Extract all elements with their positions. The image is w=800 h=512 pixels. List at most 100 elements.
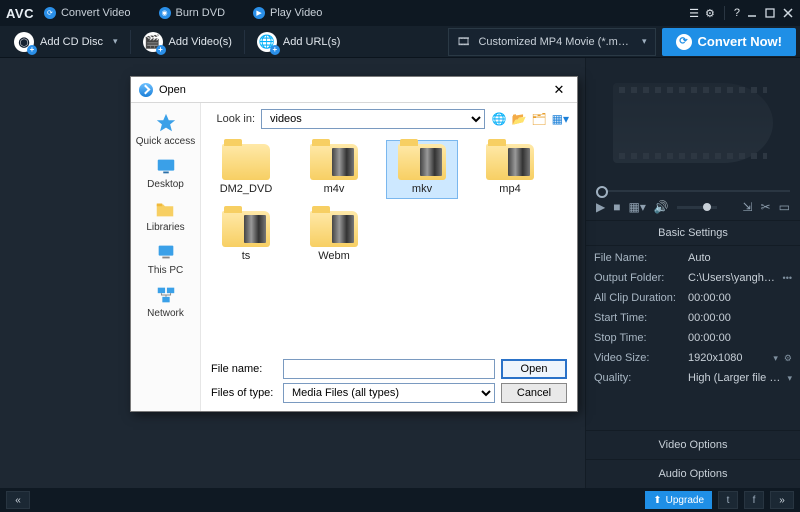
bottom-bar: « ⬆ Upgrade t f » <box>0 488 800 512</box>
folder-item[interactable]: mp4 <box>475 141 545 198</box>
upgrade-button[interactable]: ⬆ Upgrade <box>645 491 712 509</box>
dialog-title: Open <box>159 84 186 96</box>
place-quick-access[interactable]: Quick access <box>136 109 195 150</box>
filename-input[interactable] <box>283 359 495 379</box>
next-page-button[interactable]: » <box>770 491 794 509</box>
lookin-select[interactable]: videos <box>261 109 485 129</box>
lookin-label: Look in: <box>209 113 255 125</box>
place-this-pc[interactable]: This PC <box>148 238 184 279</box>
gear-icon[interactable]: ⚙ <box>705 7 715 20</box>
dialog-close-button[interactable]: ✕ <box>549 80 569 100</box>
label: Video Size: <box>594 352 684 364</box>
chevron-down-icon[interactable]: ▾ <box>773 353 778 364</box>
places-bar: Quick access Desktop Libraries This PC N… <box>131 103 201 411</box>
value[interactable]: C:\Users\yangh\Videos... <box>688 272 777 284</box>
back-icon[interactable]: 🌐 <box>491 112 506 126</box>
format-label: Customized MP4 Movie (*.mp4) <box>478 36 630 48</box>
value[interactable]: High (Larger file size) <box>688 372 781 384</box>
title-bar: AVC ⟳Convert Video ◉ Burn DVD ▶Play Video… <box>0 0 800 26</box>
prev-page-button[interactable]: « <box>6 491 30 509</box>
add-urls-button[interactable]: 🌐Add URL(s) <box>247 28 350 56</box>
place-label: Libraries <box>146 222 184 233</box>
menu-icon[interactable]: ☰ <box>689 7 699 20</box>
preview-stop-button[interactable]: ■ <box>613 200 620 214</box>
cancel-button[interactable]: Cancel <box>501 383 567 403</box>
up-folder-icon[interactable]: 📂 <box>511 112 526 126</box>
dialog-title-bar[interactable]: Open ✕ <box>131 77 577 103</box>
folder-item[interactable]: DM2_DVD <box>211 141 281 198</box>
new-folder-icon[interactable]: 🗂 <box>531 112 546 126</box>
convert-icon: ⟳ <box>44 7 56 19</box>
convert-label: Convert Now! <box>698 34 783 49</box>
disc-plus-icon: ◉ <box>14 32 34 52</box>
detach-icon[interactable]: ⇲ <box>743 200 753 214</box>
folder-item[interactable]: m4v <box>299 141 369 198</box>
tab-burn-dvd[interactable]: ◉ Burn DVD <box>159 7 226 19</box>
view-menu-icon[interactable]: ▦▾ <box>552 112 569 126</box>
add-videos-button[interactable]: 🎬Add Video(s) <box>133 28 242 56</box>
main-toolbar: ◉Add CD Disc▾ 🎬Add Video(s) 🌐Add URL(s) … <box>0 26 800 58</box>
video-options-button[interactable]: Video Options <box>586 430 800 459</box>
burn-icon: ◉ <box>159 7 171 19</box>
volume-icon[interactable]: 🔊 <box>654 200 669 214</box>
setting-file-name: File Name:Auto <box>594 248 792 268</box>
globe-plus-icon: 🌐 <box>257 32 277 52</box>
folder-label: mp4 <box>499 183 520 195</box>
place-libraries[interactable]: Libraries <box>146 195 184 236</box>
open-button[interactable]: Open <box>501 359 567 379</box>
value[interactable]: 1920x1080 <box>688 352 767 364</box>
filetype-label: Files of type: <box>211 387 277 399</box>
separator <box>130 30 131 54</box>
setting-video-size: Video Size: 1920x1080 ▾ ⚙ <box>594 348 792 368</box>
tab-convert-video[interactable]: ⟳Convert Video <box>44 7 131 19</box>
convert-now-button[interactable]: ⟳Convert Now! <box>662 28 797 56</box>
audio-options-button[interactable]: Audio Options <box>586 459 800 488</box>
cut-icon[interactable]: ✂ <box>761 200 771 214</box>
setting-clip-duration: All Clip Duration:00:00:00 <box>594 288 792 308</box>
folder-item[interactable]: mkv <box>387 141 457 198</box>
place-network[interactable]: Network <box>147 281 184 322</box>
facebook-icon[interactable]: f <box>744 491 764 509</box>
twitter-icon[interactable]: t <box>718 491 738 509</box>
edit-icon[interactable]: ▭ <box>779 200 790 214</box>
separator <box>244 30 245 54</box>
upgrade-label: Upgrade <box>666 495 704 506</box>
folder-label: DM2_DVD <box>220 183 273 195</box>
app-logo: AVC <box>6 6 34 21</box>
snapshot-button[interactable]: ▦▾ <box>628 200 645 214</box>
add-videos-label: Add Video(s) <box>169 36 232 48</box>
tab-play-video[interactable]: ▶Play Video <box>253 7 322 19</box>
tab-burn-label: Burn DVD <box>176 7 226 19</box>
folder-icon <box>398 144 446 180</box>
label: Stop Time: <box>594 332 684 344</box>
place-desktop[interactable]: Desktop <box>147 152 184 193</box>
basic-settings: File Name:Auto Output Folder:C:\Users\ya… <box>586 246 800 390</box>
folder-item[interactable]: ts <box>211 208 281 265</box>
help-icon[interactable]: ? <box>734 7 740 19</box>
film-icon: 🎞 <box>457 35 471 48</box>
setting-stop-time: Stop Time: 00:00:00 <box>594 328 792 348</box>
output-format-selector[interactable]: 🎞 Customized MP4 Movie (*.mp4) ▾ <box>448 28 656 56</box>
value: 00:00:00 <box>688 292 792 304</box>
file-list[interactable]: DM2_DVD m4v mkv mp4 ts Webm <box>201 135 577 351</box>
label: Quality: <box>594 372 684 384</box>
filename-label: File name: <box>211 363 277 375</box>
browse-icon[interactable]: ••• <box>783 273 792 283</box>
value[interactable]: 00:00:00 <box>688 332 792 344</box>
folder-item[interactable]: Webm <box>299 208 369 265</box>
value[interactable]: 00:00:00 <box>688 312 792 324</box>
upgrade-icon: ⬆ <box>653 495 661 506</box>
volume-slider[interactable] <box>677 206 717 209</box>
play-icon: ▶ <box>253 7 265 19</box>
maximize-button[interactable] <box>764 7 776 19</box>
preview-play-button[interactable]: ▶ <box>596 200 605 214</box>
close-button[interactable] <box>782 7 794 19</box>
minimize-button[interactable] <box>746 7 758 19</box>
gear-icon[interactable]: ⚙ <box>784 353 792 364</box>
side-panel: ▶ ■ ▦▾ 🔊 ⇲ ✂ ▭ Basic Settings File Name:… <box>585 58 800 488</box>
place-label: Desktop <box>147 179 184 190</box>
filetype-select[interactable]: Media Files (all types) <box>283 383 495 403</box>
value[interactable]: Auto <box>688 252 792 264</box>
add-cd-disc-button[interactable]: ◉Add CD Disc▾ <box>4 28 128 56</box>
chevron-down-icon[interactable]: ▾ <box>787 373 792 384</box>
